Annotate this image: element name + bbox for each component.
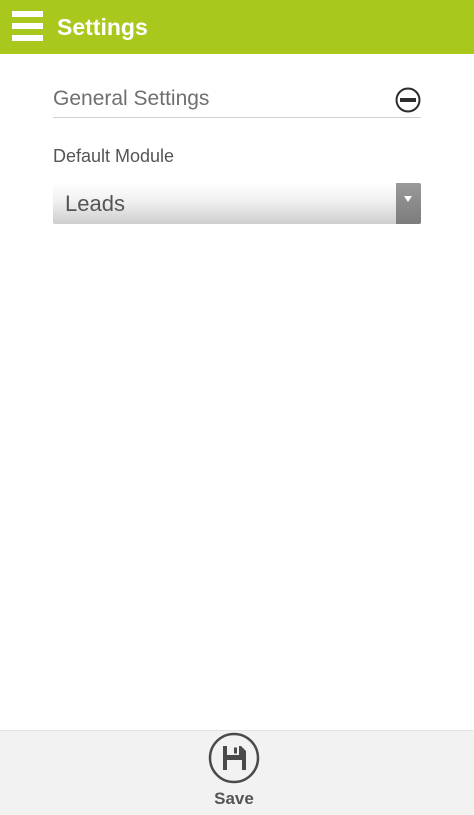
default-module-value: Leads: [65, 191, 125, 216]
save-label: Save: [214, 789, 254, 808]
dropdown-triangle-icon: [404, 196, 412, 202]
menu-bar: [12, 11, 43, 17]
page-title: Settings: [57, 14, 148, 40]
hamburger-menu-icon[interactable]: [12, 11, 43, 42]
save-button[interactable]: Save: [196, 731, 276, 815]
collapse-minus-icon[interactable]: [395, 87, 421, 113]
menu-bar: [12, 23, 43, 29]
footer-toolbar: Save: [0, 730, 474, 815]
default-module-select[interactable]: Leads: [53, 183, 421, 224]
app-header: Settings: [0, 0, 474, 54]
general-settings-title: General Settings: [53, 87, 210, 110]
default-module-label: Default Module: [53, 146, 175, 166]
general-settings-section-header[interactable]: General Settings: [53, 83, 421, 118]
menu-bar: [12, 35, 43, 41]
floppy-disk-icon: [208, 732, 260, 784]
dropdown-button[interactable]: [396, 183, 421, 224]
